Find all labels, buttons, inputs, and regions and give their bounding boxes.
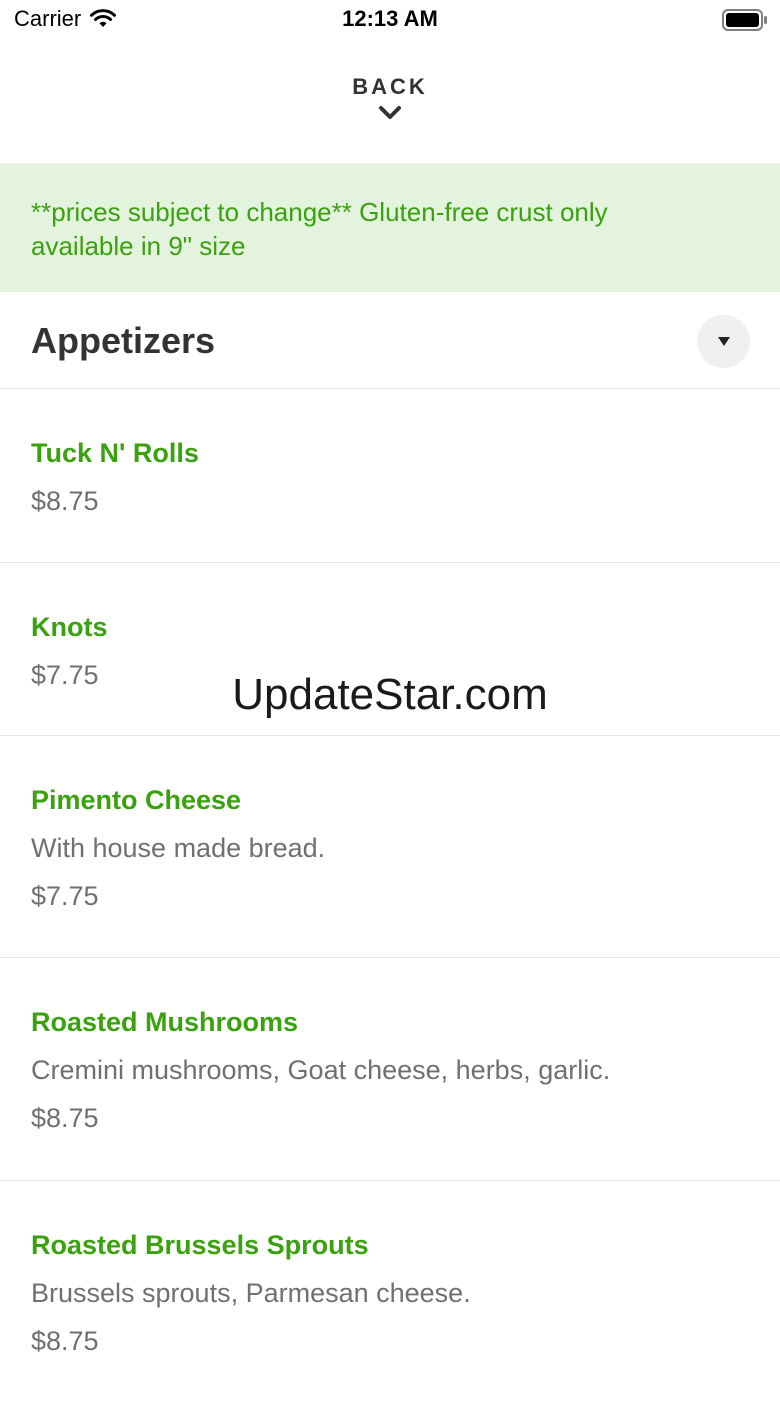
item-price: $8.75 — [31, 1326, 99, 1356]
item-name: Roasted Brussels Sprouts — [31, 1230, 369, 1260]
status-time: 12:13 AM — [342, 6, 438, 31]
price-notice-banner: **prices subject to change** Gluten-free… — [0, 163, 780, 292]
item-price: $8.75 — [31, 1103, 99, 1133]
section-collapse-button[interactable] — [697, 315, 750, 368]
item-price: $8.75 — [31, 486, 99, 516]
item-price: $7.75 — [31, 881, 99, 911]
item-name: Pimento Cheese — [31, 785, 242, 815]
menu-item[interactable]: Roasted Brussels Sprouts Brussels sprout… — [0, 1181, 780, 1403]
chevron-down-icon — [379, 106, 401, 119]
item-name: Tuck N' Rolls — [31, 438, 199, 468]
menu-item[interactable]: Roasted Mushrooms Cremini mushrooms, Goa… — [0, 958, 780, 1181]
item-description: Brussels sprouts, Parmesan cheese. — [31, 1278, 471, 1308]
price-notice-text: **prices subject to change** Gluten-free… — [31, 197, 608, 261]
item-price: $7.75 — [31, 660, 99, 690]
menu-item[interactable]: Knots $7.75 — [0, 563, 780, 736]
section-header: Appetizers — [0, 292, 780, 389]
menu-item[interactable]: Pimento Cheese With house made bread. $7… — [0, 736, 780, 958]
battery-icon — [722, 9, 768, 31]
menu-item-list: Tuck N' Rolls $8.75 Knots $7.75 Pimento … — [0, 389, 780, 1403]
item-description: Cremini mushrooms, Goat cheese, herbs, g… — [31, 1055, 611, 1085]
caret-down-icon — [717, 337, 730, 346]
item-name: Knots — [31, 612, 108, 642]
back-label: BACK — [352, 74, 428, 99]
item-description: With house made bread. — [31, 833, 326, 863]
menu-item[interactable]: Tuck N' Rolls $8.75 — [0, 389, 780, 563]
item-name: Roasted Mushrooms — [31, 1007, 299, 1037]
section-title: Appetizers — [31, 320, 216, 361]
status-bar: Carrier 12:13 AM — [0, 0, 780, 40]
back-button[interactable]: BACK — [0, 62, 780, 162]
